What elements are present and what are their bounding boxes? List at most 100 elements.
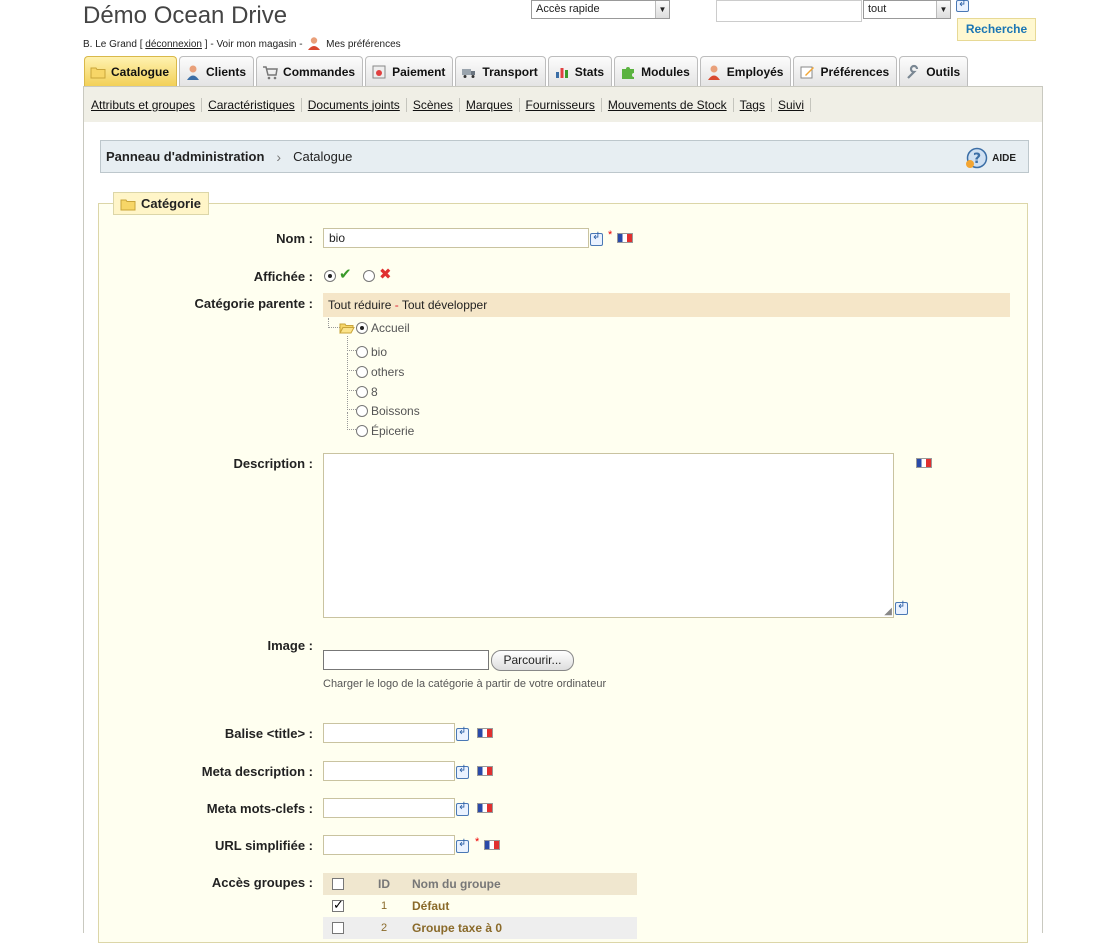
expand-all-link[interactable]: Tout développer <box>402 298 487 312</box>
flag-fr-icon[interactable] <box>477 766 493 776</box>
search-button[interactable]: Recherche <box>957 18 1036 41</box>
logout-link[interactable]: déconnexion <box>145 39 202 50</box>
table-row[interactable]: 1 Défaut <box>323 895 637 917</box>
select-all-checkbox[interactable] <box>332 878 344 890</box>
subnav-link[interactable]: Fournisseurs <box>520 97 602 112</box>
tab-commandes[interactable]: Commandes <box>256 56 364 87</box>
flag-fr-icon[interactable] <box>916 458 932 468</box>
displayed-yes-radio[interactable] <box>324 270 336 282</box>
meta-title-input[interactable] <box>323 723 455 743</box>
table-row[interactable]: 2 Groupe taxe à 0 <box>323 917 637 939</box>
meta-description-input[interactable] <box>323 761 455 781</box>
subnav-link[interactable]: Suivi <box>772 97 811 112</box>
flag-fr-icon[interactable] <box>484 840 500 850</box>
language-help-icon[interactable] <box>590 231 603 246</box>
tab-label: Clients <box>206 65 247 79</box>
tree-connector <box>347 353 356 371</box>
tree-item-label[interactable]: 8 <box>371 385 378 399</box>
subnav-link[interactable]: Caractéristiques <box>202 97 302 112</box>
group-name: Défaut <box>412 899 450 913</box>
tree-radio[interactable] <box>356 386 368 398</box>
tree-item-label[interactable]: Accueil <box>371 321 410 335</box>
meta-keywords-input[interactable] <box>323 798 455 818</box>
tab-label: Catalogue <box>111 65 170 79</box>
subnav-link[interactable]: Attributs et groupes <box>90 97 203 112</box>
tree-toolbar: Tout réduire - Tout développer <box>323 293 1010 317</box>
breadcrumb-root[interactable]: Panneau d'administration <box>106 149 264 164</box>
cart-icon <box>263 66 278 80</box>
tree-radio-root[interactable] <box>356 322 368 334</box>
tab-label: Transport <box>482 65 538 79</box>
tab-label: Outils <box>926 65 961 79</box>
subnav-link[interactable]: Scènes <box>407 97 460 112</box>
language-help-icon[interactable] <box>456 838 469 853</box>
tree-item-label[interactable]: bio <box>371 345 387 359</box>
user-line: B. Le Grand [ déconnexion ] - Voir mon m… <box>83 36 401 50</box>
tree-item-label[interactable]: Épicerie <box>371 424 414 438</box>
tree-radio[interactable] <box>356 405 368 417</box>
tab-preferences[interactable]: Préférences <box>793 56 898 87</box>
subnav-link[interactable]: Tags <box>734 97 772 112</box>
flag-fr-icon[interactable] <box>477 803 493 813</box>
name-input[interactable]: bio <box>323 228 589 248</box>
search-input[interactable] <box>716 0 862 22</box>
tree-connector <box>347 412 356 430</box>
meta-title-label: Balise <title> : <box>224 726 313 741</box>
group-checkbox[interactable] <box>332 897 344 913</box>
tree-connector <box>347 336 356 351</box>
tree-radio[interactable] <box>356 425 368 437</box>
flag-fr-icon[interactable] <box>477 728 493 738</box>
search-scope-select[interactable]: tout ▼ <box>863 0 951 19</box>
description-textarea[interactable]: ◢ <box>323 453 894 618</box>
language-help-icon[interactable] <box>456 764 469 779</box>
friendly-url-input[interactable] <box>323 835 455 855</box>
groups-label: Accès groupes : <box>211 875 313 890</box>
tree-radio[interactable] <box>356 366 368 378</box>
collapse-all-link[interactable]: Tout réduire <box>328 298 391 312</box>
open-folder-icon <box>339 323 355 334</box>
tab-employes[interactable]: Employés <box>699 56 792 87</box>
groups-table-header: ID Nom du groupe <box>323 873 637 895</box>
image-file-input[interactable] <box>323 650 489 670</box>
tree-item-label[interactable]: Boissons <box>371 404 420 418</box>
view-store-link[interactable]: Voir mon magasin <box>216 39 296 50</box>
help-button[interactable]: ? AIDE <box>965 147 1016 169</box>
subnav-link[interactable]: Mouvements de Stock <box>602 97 734 112</box>
tab-catalogue[interactable]: Catalogue <box>84 56 178 87</box>
folder-icon <box>90 67 106 79</box>
breadcrumb: Panneau d'administration › Catalogue ? A… <box>100 140 1029 173</box>
subnav-link[interactable]: Marques <box>460 97 520 112</box>
required-marker: * <box>475 836 480 848</box>
language-help-icon[interactable] <box>456 801 469 816</box>
tab-outils[interactable]: Outils <box>899 56 969 87</box>
language-help-icon[interactable] <box>456 726 469 741</box>
resize-handle-icon[interactable]: ◢ <box>884 606 892 617</box>
flag-fr-icon[interactable] <box>617 233 633 243</box>
meta-keywords-label: Meta mots-clefs : <box>206 801 313 816</box>
cross-icon: ✖ <box>379 266 392 283</box>
tab-transport[interactable]: Transport <box>455 56 546 87</box>
column-header-id: ID <box>378 877 390 891</box>
tab-label: Stats <box>574 65 605 79</box>
search-help-icon[interactable] <box>956 0 969 12</box>
truck-icon <box>462 69 476 78</box>
quick-access-select[interactable]: Accès rapide ▼ <box>531 0 670 19</box>
tab-clients[interactable]: Clients <box>179 56 255 87</box>
parent-category-label: Catégorie parente : <box>194 296 313 311</box>
fieldset-legend: Catégorie <box>113 192 209 215</box>
tab-paiement[interactable]: Paiement <box>365 56 454 87</box>
language-help-icon[interactable] <box>895 600 908 615</box>
subnav-link[interactable]: Documents joints <box>302 97 407 112</box>
browse-button[interactable]: Parcourir... <box>491 650 574 671</box>
tab-label: Modules <box>641 65 690 79</box>
tree-radio[interactable] <box>356 346 368 358</box>
displayed-no-radio[interactable] <box>363 270 375 282</box>
tree-item-label[interactable]: others <box>371 365 404 379</box>
friendly-url-label: URL simplifiée : <box>214 838 313 853</box>
group-checkbox[interactable] <box>332 922 344 934</box>
tab-stats[interactable]: Stats <box>547 56 613 87</box>
tab-modules[interactable]: Modules <box>614 56 698 87</box>
my-preferences-link[interactable]: Mes préférences <box>326 39 400 50</box>
description-label: Description : <box>233 456 313 471</box>
meta-description-label: Meta description : <box>201 764 313 779</box>
